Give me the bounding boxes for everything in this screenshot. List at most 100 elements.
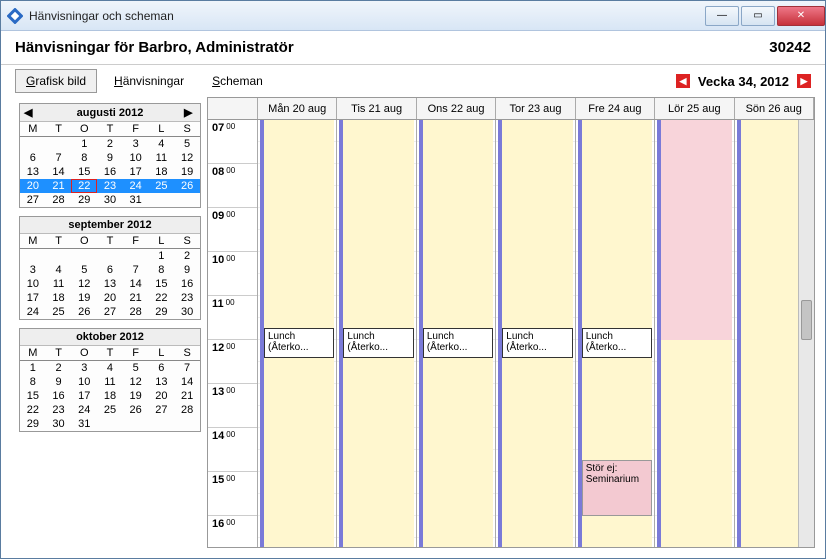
date-cell[interactable] — [174, 417, 200, 431]
date-cell[interactable]: 29 — [149, 305, 175, 319]
scrollbar-thumb[interactable] — [801, 300, 812, 340]
date-cell[interactable]: 13 — [149, 375, 175, 389]
date-cell[interactable]: 2 — [174, 249, 200, 264]
date-cell[interactable]: 25 — [149, 179, 175, 193]
date-cell[interactable]: 20 — [149, 389, 175, 403]
maximize-button[interactable]: ▭ — [741, 6, 775, 26]
date-cell[interactable]: 17 — [123, 165, 149, 179]
date-cell[interactable]: 7 — [123, 263, 149, 277]
date-cell[interactable]: 26 — [123, 403, 149, 417]
date-cell[interactable]: 15 — [149, 277, 175, 291]
date-cell[interactable]: 18 — [97, 389, 123, 403]
date-cell[interactable]: 22 — [149, 291, 175, 305]
date-cell[interactable]: 24 — [20, 305, 46, 319]
date-cell[interactable]: 10 — [123, 151, 149, 165]
date-cell[interactable]: 2 — [46, 361, 72, 376]
event-lunch[interactable]: Lunch (Återko... — [264, 328, 334, 358]
date-cell[interactable]: 19 — [174, 165, 200, 179]
date-cell[interactable]: 28 — [174, 403, 200, 417]
date-cell[interactable]: 25 — [46, 305, 72, 319]
date-cell[interactable] — [97, 249, 123, 264]
date-cell[interactable]: 21 — [46, 179, 72, 193]
date-cell[interactable]: 23 — [97, 179, 123, 193]
date-cell[interactable] — [71, 249, 97, 264]
date-cell[interactable] — [123, 249, 149, 264]
date-cell[interactable]: 5 — [123, 361, 149, 376]
date-cell[interactable]: 13 — [97, 277, 123, 291]
next-month-icon[interactable]: ▶ — [184, 106, 196, 119]
date-cell[interactable]: 15 — [20, 389, 46, 403]
schedule-grid[interactable]: Mån 20 augTis 21 augOns 22 augTor 23 aug… — [207, 97, 815, 548]
date-cell[interactable]: 9 — [46, 375, 72, 389]
date-cell[interactable] — [97, 417, 123, 431]
date-cell[interactable]: 4 — [97, 361, 123, 376]
date-cell[interactable]: 24 — [71, 403, 97, 417]
date-cell[interactable]: 27 — [20, 193, 46, 207]
date-cell[interactable]: 18 — [149, 165, 175, 179]
date-cell[interactable]: 17 — [20, 291, 46, 305]
date-cell[interactable]: 10 — [71, 375, 97, 389]
date-cell[interactable]: 26 — [71, 305, 97, 319]
date-cell[interactable]: 9 — [97, 151, 123, 165]
date-cell[interactable]: 7 — [174, 361, 200, 376]
date-cell[interactable]: 24 — [123, 179, 149, 193]
date-cell[interactable]: 4 — [46, 263, 72, 277]
date-cell[interactable]: 19 — [71, 291, 97, 305]
date-cell[interactable]: 1 — [149, 249, 175, 264]
date-cell[interactable]: 12 — [174, 151, 200, 165]
next-week-button[interactable]: ▶ — [797, 74, 811, 88]
date-cell[interactable]: 14 — [123, 277, 149, 291]
titlebar[interactable]: Hänvisningar och scheman — ▭ ✕ — [1, 1, 825, 31]
tab-scheman[interactable]: Scheman — [201, 69, 274, 93]
date-cell[interactable]: 3 — [123, 137, 149, 152]
date-cell[interactable]: 6 — [20, 151, 46, 165]
date-cell[interactable]: 4 — [149, 137, 175, 152]
date-cell[interactable]: 30 — [97, 193, 123, 207]
event-seminar[interactable]: Stör ej: Seminarium — [582, 460, 652, 516]
mini-calendar[interactable]: september 2012MTOTFLS1234567891011121314… — [19, 216, 201, 320]
tab-grafisk-bild[interactable]: Grafisk bild — [15, 69, 97, 93]
mini-calendar[interactable]: ◀augusti 2012▶MTOTFLS1234567891011121314… — [19, 103, 201, 208]
date-cell[interactable]: 28 — [123, 305, 149, 319]
scrollbar[interactable] — [798, 120, 814, 547]
day-column[interactable]: Lunch (Återko...Stör ej: Seminarium — [576, 120, 655, 547]
day-column[interactable]: Lunch (Återko... — [417, 120, 496, 547]
event-lunch[interactable]: Lunch (Återko... — [343, 328, 413, 358]
date-cell[interactable]: 13 — [20, 165, 46, 179]
date-cell[interactable] — [174, 193, 200, 207]
date-cell[interactable]: 1 — [71, 137, 97, 152]
date-cell[interactable] — [46, 137, 72, 152]
date-cell[interactable]: 6 — [149, 361, 175, 376]
date-cell[interactable] — [20, 137, 46, 152]
minimize-button[interactable]: — — [705, 6, 739, 26]
date-cell[interactable]: 15 — [71, 165, 97, 179]
date-cell[interactable]: 12 — [71, 277, 97, 291]
date-cell[interactable]: 20 — [20, 179, 46, 193]
date-cell[interactable] — [149, 417, 175, 431]
date-cell[interactable]: 3 — [20, 263, 46, 277]
date-cell[interactable]: 16 — [97, 165, 123, 179]
day-column[interactable]: Lunch (Återko... — [496, 120, 575, 547]
date-cell[interactable]: 3 — [71, 361, 97, 376]
date-cell[interactable]: 11 — [149, 151, 175, 165]
date-cell[interactable]: 27 — [97, 305, 123, 319]
date-cell[interactable]: 30 — [46, 417, 72, 431]
date-cell[interactable]: 2 — [97, 137, 123, 152]
date-cell[interactable]: 9 — [174, 263, 200, 277]
close-button[interactable]: ✕ — [777, 6, 825, 26]
date-cell[interactable]: 14 — [174, 375, 200, 389]
date-cell[interactable]: 11 — [97, 375, 123, 389]
date-cell[interactable]: 14 — [46, 165, 72, 179]
date-cell[interactable]: 10 — [20, 277, 46, 291]
date-cell[interactable]: 8 — [20, 375, 46, 389]
date-cell[interactable] — [46, 249, 72, 264]
date-cell[interactable]: 31 — [123, 193, 149, 207]
day-column[interactable]: Lunch (Återko... — [258, 120, 337, 547]
date-cell[interactable]: 1 — [20, 361, 46, 376]
day-column[interactable]: Lunch (Återko... — [337, 120, 416, 547]
date-cell[interactable]: 21 — [174, 389, 200, 403]
date-cell[interactable]: 19 — [123, 389, 149, 403]
date-cell[interactable]: 26 — [174, 179, 200, 193]
date-cell[interactable]: 7 — [46, 151, 72, 165]
date-cell[interactable]: 29 — [71, 193, 97, 207]
